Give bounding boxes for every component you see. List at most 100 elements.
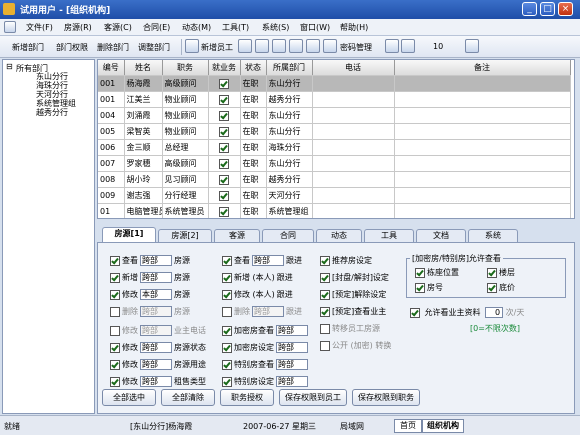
owner-info-count-input[interactable]: 0	[485, 307, 504, 318]
perm-checkbox[interactable]	[110, 325, 120, 336]
table-row[interactable]: 001 杨海霞 高级顾问 在职 东山分行	[98, 75, 571, 92]
menu-file[interactable]: 文件(F)	[26, 22, 53, 33]
perm-checkbox[interactable]	[110, 272, 120, 283]
table-row[interactable]: 004 刘涌霞 物业顾问 在职 东山分行	[98, 107, 571, 124]
perm-scope-select[interactable]: 跨部	[140, 306, 172, 317]
group-item-checkbox[interactable]	[415, 282, 425, 293]
app-menu-icon[interactable]	[4, 21, 16, 33]
menu-client[interactable]: 客源(C)	[104, 22, 132, 33]
perm-scope-select[interactable]: 跨部	[140, 359, 172, 370]
new-employee-button[interactable]: 新增员工	[201, 42, 233, 53]
tab-6[interactable]: 文档	[416, 229, 466, 242]
grid-column-header[interactable]: 就业务	[208, 60, 241, 76]
copy-icon[interactable]	[385, 39, 399, 53]
active-checkbox[interactable]	[219, 126, 229, 137]
close-button[interactable]: ×	[558, 2, 573, 16]
perm-checkbox[interactable]	[110, 255, 120, 266]
perm-checkbox[interactable]	[110, 376, 120, 387]
add-user-icon[interactable]	[185, 39, 199, 53]
password-mgmt-button[interactable]: 密码管理	[340, 42, 372, 53]
active-checkbox[interactable]	[219, 78, 229, 89]
tab-home[interactable]: 首页	[394, 419, 422, 433]
menu-help[interactable]: 帮助(H)	[340, 22, 368, 33]
menu-dynamic[interactable]: 动态(M)	[182, 22, 211, 33]
paste-icon[interactable]	[401, 39, 415, 53]
active-checkbox[interactable]	[219, 94, 229, 105]
perm-checkbox[interactable]	[222, 342, 232, 353]
grid-column-header[interactable]: 编号	[98, 60, 125, 76]
perm-checkbox[interactable]	[222, 325, 232, 336]
dept-perm-button[interactable]: 部门权限	[56, 42, 88, 53]
tree-node-dept[interactable]: 越秀分行	[36, 107, 68, 118]
grid-column-header[interactable]: 姓名	[124, 60, 163, 76]
employee-grid[interactable]: 编号 姓名 职务 就业务 状态 所属部门 电话 备注 001 杨海霞 高级顾问 在职 东山分行 001 江…	[97, 59, 575, 219]
grid-column-header[interactable]: 电话	[312, 60, 395, 76]
tab-3[interactable]: 合同	[262, 229, 314, 242]
perm-checkbox[interactable]	[320, 255, 330, 266]
grid-column-header[interactable]: 所属部门	[266, 60, 313, 76]
tab-0[interactable]: 房源[1]	[102, 227, 156, 243]
menu-house[interactable]: 房源(R)	[64, 22, 92, 33]
active-checkbox[interactable]	[219, 142, 229, 153]
tab-1[interactable]: 房源[2]	[158, 229, 212, 242]
book-icon[interactable]	[465, 39, 479, 53]
perm-scope-select[interactable]: 跨部	[252, 306, 284, 317]
menu-window[interactable]: 窗口(W)	[300, 22, 330, 33]
group-item-checkbox[interactable]	[487, 267, 497, 278]
perm-scope-select[interactable]: 跨部	[140, 255, 172, 266]
grant-title-button[interactable]: 职务授权	[220, 389, 274, 406]
perm-checkbox[interactable]	[320, 289, 330, 300]
select-all-button[interactable]: 全部选中	[102, 389, 156, 406]
table-row[interactable]: 007 罗家穗 高级顾问 在职 东山分行	[98, 155, 571, 172]
active-checkbox[interactable]	[219, 206, 229, 217]
perm-checkbox[interactable]	[320, 306, 330, 317]
table-row[interactable]: 009 谢志强 分行经理 在职 天河分行	[98, 187, 571, 204]
active-checkbox[interactable]	[219, 110, 229, 121]
perm-scope-select[interactable]: 跨部	[276, 325, 308, 336]
group-item-checkbox[interactable]	[415, 267, 425, 278]
perm-checkbox[interactable]	[222, 255, 232, 266]
password-icon[interactable]	[323, 39, 337, 53]
table-row[interactable]: 008 胡小玲 见习顾问 在职 越秀分行	[98, 171, 571, 188]
active-checkbox[interactable]	[219, 190, 229, 201]
save-to-employee-button[interactable]: 保存权限到员工	[279, 389, 347, 406]
perm-scope-select[interactable]: 跨部	[276, 359, 308, 370]
users-icon[interactable]	[272, 39, 286, 53]
perm-checkbox[interactable]	[110, 289, 120, 300]
perm-scope-select[interactable]: 跨部	[140, 342, 172, 353]
minimize-button[interactable]: _	[522, 2, 537, 16]
perm-scope-select[interactable]: 跨部	[276, 376, 308, 387]
new-dept-button[interactable]: 新增部门	[12, 42, 44, 53]
grid-icon[interactable]	[255, 39, 269, 53]
active-checkbox[interactable]	[219, 174, 229, 185]
perm-checkbox[interactable]	[320, 340, 330, 351]
perm-checkbox[interactable]	[222, 359, 232, 370]
tab-7[interactable]: 系统	[468, 229, 518, 242]
group-icon[interactable]	[306, 39, 320, 53]
tab-2[interactable]: 客源	[214, 229, 260, 242]
table-row[interactable]: 006 金三顺 总经理 在职 海珠分行	[98, 139, 571, 156]
perm-checkbox[interactable]	[320, 323, 330, 334]
perm-scope-select[interactable]: 跨部	[140, 272, 172, 283]
perm-checkbox[interactable]	[222, 306, 232, 317]
department-tree[interactable]: ⊟ 所有部门 东山分行 海珠分行 天河分行 系统管理组 越秀分行	[2, 59, 95, 414]
perm-checkbox[interactable]	[222, 289, 232, 300]
delete-dept-button[interactable]: 删除部门	[97, 42, 129, 53]
grid-column-header[interactable]: 备注	[394, 60, 571, 76]
owner-info-checkbox[interactable]	[410, 307, 420, 318]
save-to-title-button[interactable]: 保存权限到职务	[352, 389, 420, 406]
perm-checkbox[interactable]	[110, 359, 120, 370]
table-row[interactable]: 001 江美兰 物业顾问 在职 越秀分行	[98, 91, 571, 108]
perm-checkbox[interactable]	[110, 342, 120, 353]
grid-column-header[interactable]: 状态	[240, 60, 267, 76]
perm-checkbox[interactable]	[222, 376, 232, 387]
tree-collapse-icon[interactable]: ⊟	[6, 62, 13, 71]
menu-system[interactable]: 系统(S)	[262, 22, 289, 33]
perm-checkbox[interactable]	[222, 272, 232, 283]
perm-scope-select[interactable]: 跨部	[252, 255, 284, 266]
menu-tools[interactable]: 工具(T)	[222, 22, 249, 33]
clear-all-button[interactable]: 全部清除	[161, 389, 215, 406]
maximize-button[interactable]: □	[540, 2, 555, 16]
table-row[interactable]: 005 梁智英 物业顾问 在职 东山分行	[98, 123, 571, 140]
tab-org[interactable]: 组织机构	[422, 419, 464, 433]
